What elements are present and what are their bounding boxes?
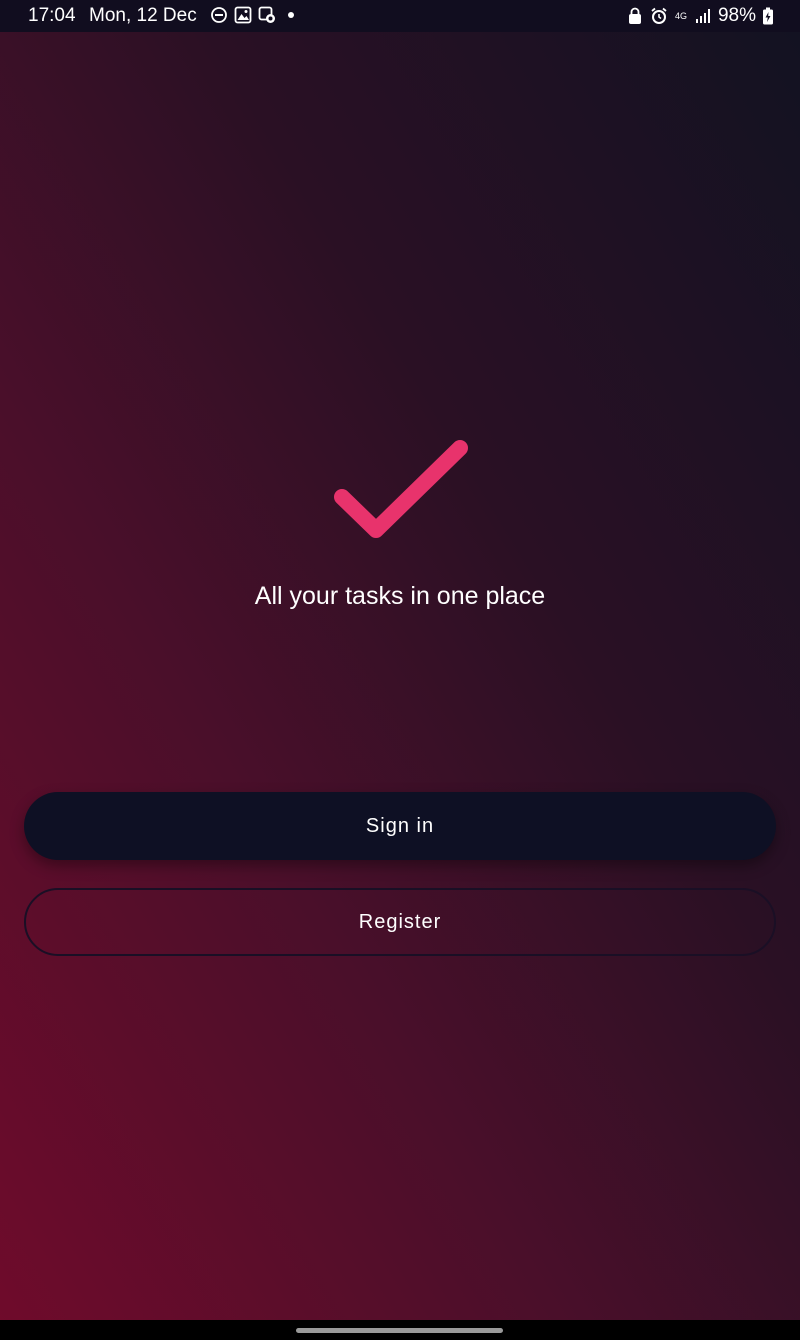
battery-charging-icon [763,7,773,25]
status-time: 17:04 [28,5,76,26]
app-screen: 17:04 Mon, 12 Dec 4G 98% All your tasks … [0,0,800,1320]
status-bar: 17:04 Mon, 12 Dec 4G 98% [0,0,800,32]
sign-in-label: Sign in [365,814,435,837]
screen-recorder-icon [258,6,275,23]
checkmark-icon [334,440,468,538]
network-type: 4G [674,10,687,21]
alarm-icon [651,7,667,24]
battery-percentage: 98% [717,5,756,26]
status-date: Mon, 12 Dec [89,5,197,26]
navigation-bar [0,1320,800,1340]
notification-dot-icon [288,12,294,18]
system-icons: 4G 98% [626,5,774,27]
notification-icons [210,6,300,24]
sign-in-button[interactable]: Sign in [24,792,776,860]
tagline: All your tasks in one place [254,582,546,610]
signal-icon [695,9,710,23]
do-not-disturb-icon [211,7,227,23]
gallery-icon [234,6,252,24]
lock-icon [628,7,641,24]
register-label: Register [358,910,442,933]
register-button[interactable]: Register [24,888,776,956]
home-indicator[interactable] [296,1328,503,1333]
